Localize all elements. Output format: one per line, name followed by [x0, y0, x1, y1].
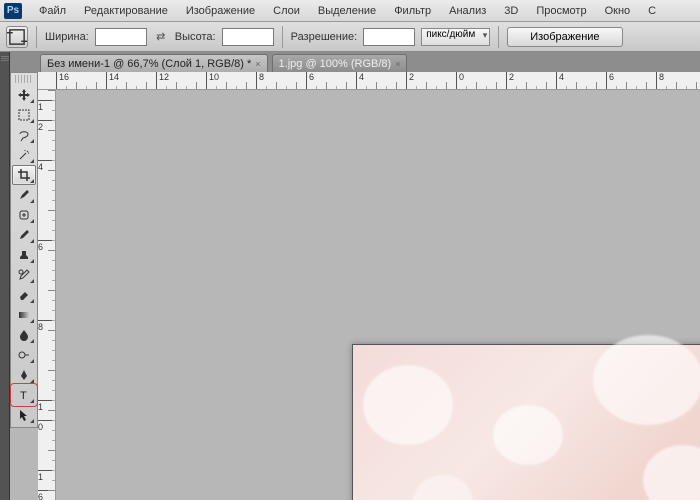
menu-файл[interactable]: Файл	[30, 5, 75, 17]
svg-text:T: T	[20, 390, 27, 402]
ruler-tick: 14	[106, 72, 119, 90]
ruler-tick: 6	[306, 72, 314, 90]
magic-wand-tool[interactable]	[12, 145, 36, 165]
menu-с[interactable]: С	[639, 5, 665, 17]
brush-tool[interactable]	[12, 225, 36, 245]
menu-просмотр[interactable]: Просмотр	[527, 5, 595, 17]
close-icon[interactable]: ×	[395, 59, 400, 69]
toolbox-grip[interactable]	[15, 75, 33, 83]
swap-dimensions-icon[interactable]: ⇄	[153, 28, 169, 46]
ruler-tick: 12	[156, 72, 169, 90]
eyedropper-tool[interactable]	[12, 185, 36, 205]
menu-слои[interactable]: Слои	[264, 5, 309, 17]
ruler-tick: 6	[38, 490, 56, 500]
menu-выделение[interactable]: Выделение	[309, 5, 385, 17]
blur-tool[interactable]	[12, 325, 36, 345]
panel-dock-strip[interactable]	[0, 52, 10, 500]
menu-фильтр[interactable]: Фильтр	[385, 5, 440, 17]
menu-изображение[interactable]: Изображение	[177, 5, 264, 17]
close-icon[interactable]: ×	[255, 59, 260, 69]
toolbox: T	[10, 72, 38, 428]
units-select[interactable]: пикс/дюйм	[421, 28, 490, 46]
active-tool-icon[interactable]	[6, 26, 28, 48]
menu-окно[interactable]: Окно	[596, 5, 640, 17]
document-tab[interactable]: Без имени-1 @ 66,7% (Слой 1, RGB/8) * ×	[40, 54, 268, 72]
stamp-tool[interactable]	[12, 245, 36, 265]
menu-анализ[interactable]: Анализ	[440, 5, 495, 17]
resolution-label: Разрешение:	[291, 31, 358, 43]
ruler-tick: 2	[506, 72, 514, 90]
width-label: Ширина:	[45, 31, 89, 43]
pen-tool[interactable]	[12, 365, 36, 385]
ruler-tick: 16	[56, 72, 69, 90]
tab-title: 1.jpg @ 100% (RGB/8)	[279, 58, 392, 70]
options-bar: Ширина: ⇄ Высота: Разрешение: пикс/дюйм …	[0, 22, 700, 52]
menu-bar: Ps ФайлРедактированиеИзображениеСлоиВыде…	[0, 0, 700, 22]
canvas-workspace	[56, 90, 700, 500]
width-input[interactable]	[95, 28, 147, 46]
document-image[interactable]	[352, 344, 700, 500]
vertical-ruler[interactable]: 124681016	[38, 90, 56, 500]
menu-редактирование[interactable]: Редактирование	[75, 5, 177, 17]
history-brush-tool[interactable]	[12, 265, 36, 285]
move-tool[interactable]	[12, 85, 36, 105]
eraser-tool[interactable]	[12, 285, 36, 305]
ruler-tick: 2	[406, 72, 414, 90]
marquee-tool[interactable]	[12, 105, 36, 125]
dodge-tool[interactable]	[12, 345, 36, 365]
height-input[interactable]	[222, 28, 274, 46]
ruler-tick: 8	[656, 72, 664, 90]
ruler-tick: 0	[456, 72, 464, 90]
ruler-tick: 6	[606, 72, 614, 90]
image-button[interactable]: Изображение	[507, 27, 622, 47]
ruler-tick: 10	[206, 72, 219, 90]
lasso-tool[interactable]	[12, 125, 36, 145]
gradient-tool[interactable]	[12, 305, 36, 325]
app-logo: Ps	[4, 3, 22, 19]
path-select-tool[interactable]	[12, 405, 36, 425]
document-tab[interactable]: 1.jpg @ 100% (RGB/8)×	[272, 54, 408, 72]
horizontal-ruler[interactable]: 16 14 12 10 8 6 4 2 0 2 4 6 8	[38, 72, 700, 90]
ruler-tick: 8	[256, 72, 264, 90]
ruler-tick: 4	[356, 72, 364, 90]
menu-3d[interactable]: 3D	[495, 5, 527, 17]
document-tabs: Без имени-1 @ 66,7% (Слой 1, RGB/8) *×1.…	[10, 52, 700, 72]
ruler-tick: 4	[556, 72, 564, 90]
resolution-input[interactable]	[363, 28, 415, 46]
type-tool[interactable]: T	[12, 385, 36, 405]
healing-brush-tool[interactable]	[12, 205, 36, 225]
tab-title: Без имени-1 @ 66,7% (Слой 1, RGB/8) *	[47, 58, 251, 70]
height-label: Высота:	[175, 31, 216, 43]
crop-tool[interactable]	[12, 165, 36, 185]
